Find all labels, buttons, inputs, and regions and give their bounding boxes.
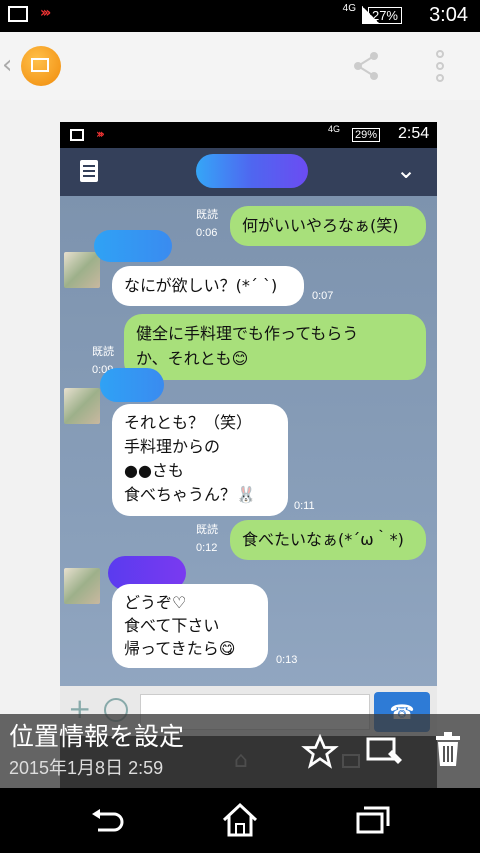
gallery-icon[interactable] [21, 46, 61, 86]
inner-status-bar: ››› 4G 29% 2:54 [60, 122, 437, 148]
back-arrow-icon[interactable] [90, 808, 124, 834]
home-icon[interactable] [221, 802, 259, 838]
chat-screenshot[interactable]: ››› 4G 29% 2:54 ⌄ 既読 0:06 何がいいやろなぁ(笑) なに… [60, 122, 437, 788]
message-time: 0:13 [276, 654, 298, 666]
message-bubble: 食べたいなぁ(*´ω｀*) [230, 520, 426, 560]
star-icon[interactable] [301, 734, 339, 770]
battery-indicator: 27% [367, 7, 402, 24]
more-vert-icon[interactable] [436, 50, 444, 82]
photo-info-bar: 位置情報を設定 2015年1月8日 2:59 [0, 714, 480, 788]
clock: 3:04 [429, 4, 468, 26]
recording-icon: ››› [40, 5, 51, 21]
system-nav-bar [0, 788, 480, 853]
avatar [64, 568, 100, 604]
gallery-notification-icon [8, 6, 28, 22]
chat-header: ⌄ [60, 148, 437, 196]
read-label: 既読 [196, 209, 218, 221]
message-time: 0:07 [312, 290, 334, 302]
chat-area: 既読 0:06 何がいいやろなぁ(笑) なにが欲しい？(*´ `) 0:07 既… [60, 196, 437, 788]
message-time: 0:12 [196, 542, 218, 554]
redacted-name [100, 368, 164, 402]
message-time: 0:06 [196, 227, 218, 239]
read-label: 既読 [196, 524, 218, 536]
trash-icon[interactable] [434, 732, 462, 768]
edit-icon[interactable] [366, 736, 404, 768]
message-time: 0:11 [294, 500, 315, 512]
message-bubble: 健全に手料理でも作ってもらう か、それとも😊 [124, 314, 426, 380]
chevron-left-icon[interactable]: ‹ [2, 50, 12, 80]
recents-icon[interactable] [356, 806, 390, 834]
read-label: 既読 [92, 346, 114, 358]
inner-recording-icon: ››› [96, 127, 105, 141]
message-bubble: それとも？（笑） 手料理からの ●●さも 食べちゃうん？🐰 [112, 404, 288, 516]
redacted-name [94, 230, 172, 262]
inner-gallery-icon [70, 129, 84, 141]
avatar [64, 388, 100, 424]
menu-icon [80, 160, 98, 182]
photo-date: 2015年1月8日 2:59 [9, 758, 164, 778]
avatar [64, 252, 100, 288]
share-icon[interactable] [350, 50, 382, 82]
inner-clock: 2:54 [398, 125, 430, 142]
app-bar: ‹ [0, 32, 480, 100]
message-bubble: どうぞ♡ 食べて下さい 帰ってきたら😋 [112, 584, 268, 668]
redacted-name [196, 154, 308, 188]
set-location-label[interactable]: 位置情報を設定 [9, 717, 184, 753]
inner-network: 4G [328, 124, 341, 134]
message-bubble: なにが欲しい？(*´ `) [112, 266, 304, 306]
status-bar: ››› 4G 27% 3:04 [0, 0, 480, 32]
inner-battery: 29% [352, 128, 381, 142]
message-bubble: 何がいいやろなぁ(笑) [230, 206, 426, 246]
network-indicator: 4G [342, 3, 356, 14]
chevron-down-icon: ⌄ [396, 156, 417, 184]
